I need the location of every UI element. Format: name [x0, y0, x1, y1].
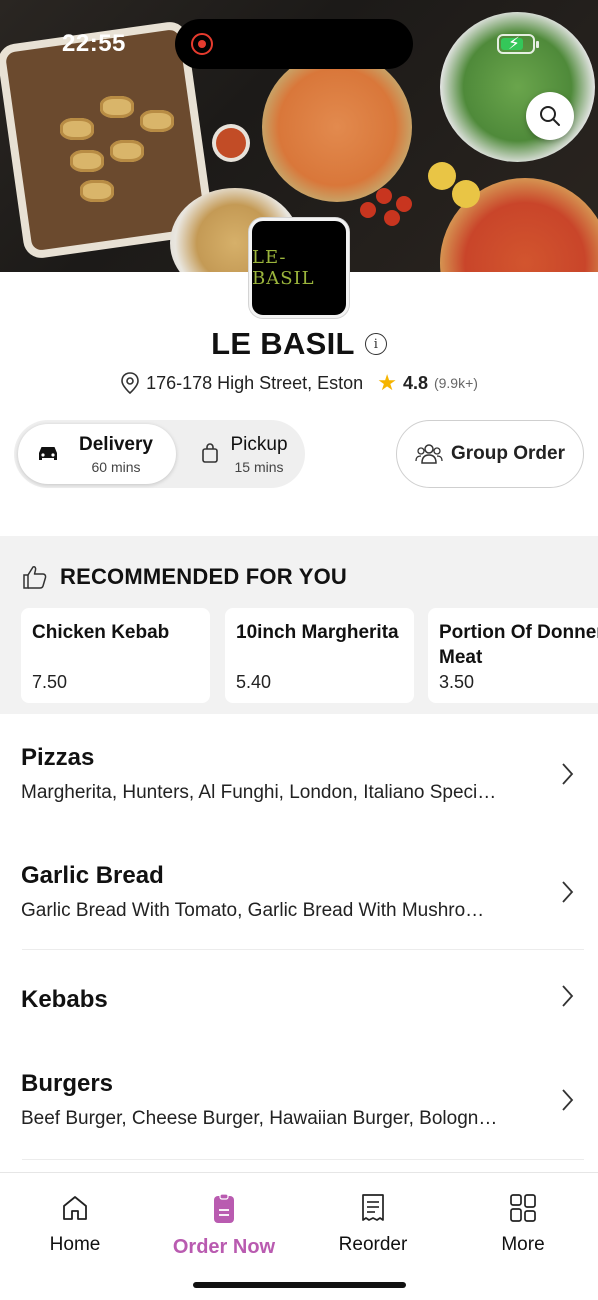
- garlic-bread-slice: [80, 180, 114, 202]
- pickup-time: 15 mins: [234, 459, 284, 475]
- garlic-bread-slice: [70, 150, 104, 172]
- thumbs-up-icon: [23, 566, 47, 589]
- category-description: Margherita, Hunters, Al Funghi, London, …: [21, 782, 497, 803]
- recommended-heading: RECOMMENDED FOR YOU: [60, 564, 347, 589]
- star-icon: ★: [377, 370, 397, 395]
- dynamic-island: [175, 19, 413, 69]
- restaurant-meta-row: 176-178 High Street, Eston ★ 4.8 (9.9k+): [0, 370, 598, 396]
- recommended-item-price: 3.50: [439, 672, 475, 692]
- recommended-item-name: Portion Of Donner Meat: [439, 622, 598, 668]
- location-pin-icon: [121, 372, 139, 394]
- nav-reorder-label: Reorder: [338, 1234, 408, 1255]
- category-name: Kebabs: [21, 986, 108, 1013]
- lemon-image: [428, 162, 456, 190]
- recommended-item-card[interactable]: Chicken Kebab 7.50: [21, 608, 210, 703]
- receipt-icon: [362, 1194, 384, 1221]
- group-order-label: Group Order: [450, 443, 565, 464]
- recommended-header: RECOMMENDED FOR YOU: [22, 564, 347, 590]
- restaurant-name: LE BASIL: [211, 326, 355, 361]
- tomato-image: [360, 202, 376, 218]
- battery-icon: ⚡: [497, 34, 539, 54]
- bottom-navigation: Home Order Now Reorder More: [0, 1172, 598, 1300]
- category-name: Burgers: [21, 1070, 114, 1097]
- category-name: Garlic Bread: [21, 862, 164, 889]
- category-row-kebabs[interactable]: Kebabs: [0, 950, 598, 1040]
- home-icon: [63, 1196, 87, 1220]
- recommended-item-price: 7.50: [32, 672, 68, 692]
- logo-text: LE-BASIL: [252, 247, 315, 289]
- delivery-time: 60 mins: [91, 459, 141, 475]
- chevron-right-icon: [562, 763, 574, 785]
- garlic-bread-slice: [60, 118, 94, 140]
- order-icon: [214, 1193, 234, 1223]
- recommended-item-name: Chicken Kebab: [32, 622, 170, 643]
- home-indicator: [193, 1282, 406, 1288]
- category-row-burgers[interactable]: Burgers Beef Burger, Cheese Burger, Hawa…: [0, 1040, 598, 1160]
- group-order-button[interactable]: Group Order: [396, 420, 584, 488]
- chevron-right-icon: [562, 985, 574, 1007]
- nav-order-now-label: Order Now: [172, 1236, 276, 1258]
- search-icon: [540, 106, 560, 126]
- category-row-pizzas[interactable]: Pizzas Margherita, Hunters, Al Funghi, L…: [0, 714, 598, 834]
- category-row-garlic-bread[interactable]: Garlic Bread Garlic Bread With Tomato, G…: [0, 834, 598, 950]
- rating-count: (9.9k+): [433, 375, 478, 391]
- nav-home[interactable]: Home: [15, 1193, 135, 1256]
- car-icon: [39, 447, 57, 460]
- info-icon[interactable]: i: [364, 333, 387, 355]
- lemon-image: [452, 180, 480, 208]
- grid-icon: [510, 1194, 536, 1222]
- status-time: 22:55: [62, 30, 126, 57]
- nav-more[interactable]: More: [463, 1193, 583, 1256]
- garlic-bread-slice: [110, 140, 144, 162]
- delivery-label: Delivery: [79, 434, 153, 455]
- pickup-option[interactable]: Pickup 15 mins: [184, 424, 302, 484]
- garlic-bread-slice: [100, 96, 134, 118]
- nav-reorder[interactable]: Reorder: [313, 1193, 433, 1256]
- tomato-image: [376, 188, 392, 204]
- group-icon: [415, 444, 443, 464]
- nav-more-label: More: [501, 1234, 545, 1255]
- restaurant-address: 176-178 High Street, Eston: [146, 372, 364, 393]
- order-mode-toggle: Delivery 60 mins Pickup 15 mins: [14, 420, 305, 488]
- delivery-option[interactable]: Delivery 60 mins: [18, 424, 176, 484]
- recommended-item-card[interactable]: Portion Of Donner Meat 3.50: [428, 608, 598, 703]
- tomato-image: [384, 210, 400, 226]
- chevron-right-icon: [562, 881, 574, 903]
- tomato-image: [396, 196, 412, 212]
- chevron-right-icon: [562, 1089, 574, 1111]
- recommended-item-card[interactable]: 10inch Margherita 5.40: [225, 608, 414, 703]
- recording-icon: [191, 33, 213, 55]
- category-description: Garlic Bread With Tomato, Garlic Bread W…: [21, 900, 485, 921]
- recommended-section: RECOMMENDED FOR YOU Chicken Kebab 7.50 1…: [0, 536, 598, 714]
- pizza-image: [262, 52, 412, 202]
- rating-value: 4.8: [402, 372, 428, 393]
- restaurant-logo: LE-BASIL: [249, 218, 349, 318]
- nav-home-label: Home: [49, 1234, 101, 1255]
- garlic-bread-slice: [140, 110, 174, 132]
- divider: [22, 1159, 584, 1160]
- pickup-label: Pickup: [230, 434, 288, 455]
- category-name: Pizzas: [21, 744, 95, 771]
- recommended-item-name: 10inch Margherita: [236, 622, 399, 643]
- restaurant-title-row: LE BASIL i: [0, 326, 598, 362]
- dip-sauce-image: [216, 128, 246, 158]
- category-description: Beef Burger, Cheese Burger, Hawaiian Bur…: [21, 1108, 498, 1129]
- recommended-item-price: 5.40: [236, 672, 272, 692]
- nav-order-now[interactable]: Order Now: [164, 1193, 284, 1259]
- search-button[interactable]: [526, 92, 574, 140]
